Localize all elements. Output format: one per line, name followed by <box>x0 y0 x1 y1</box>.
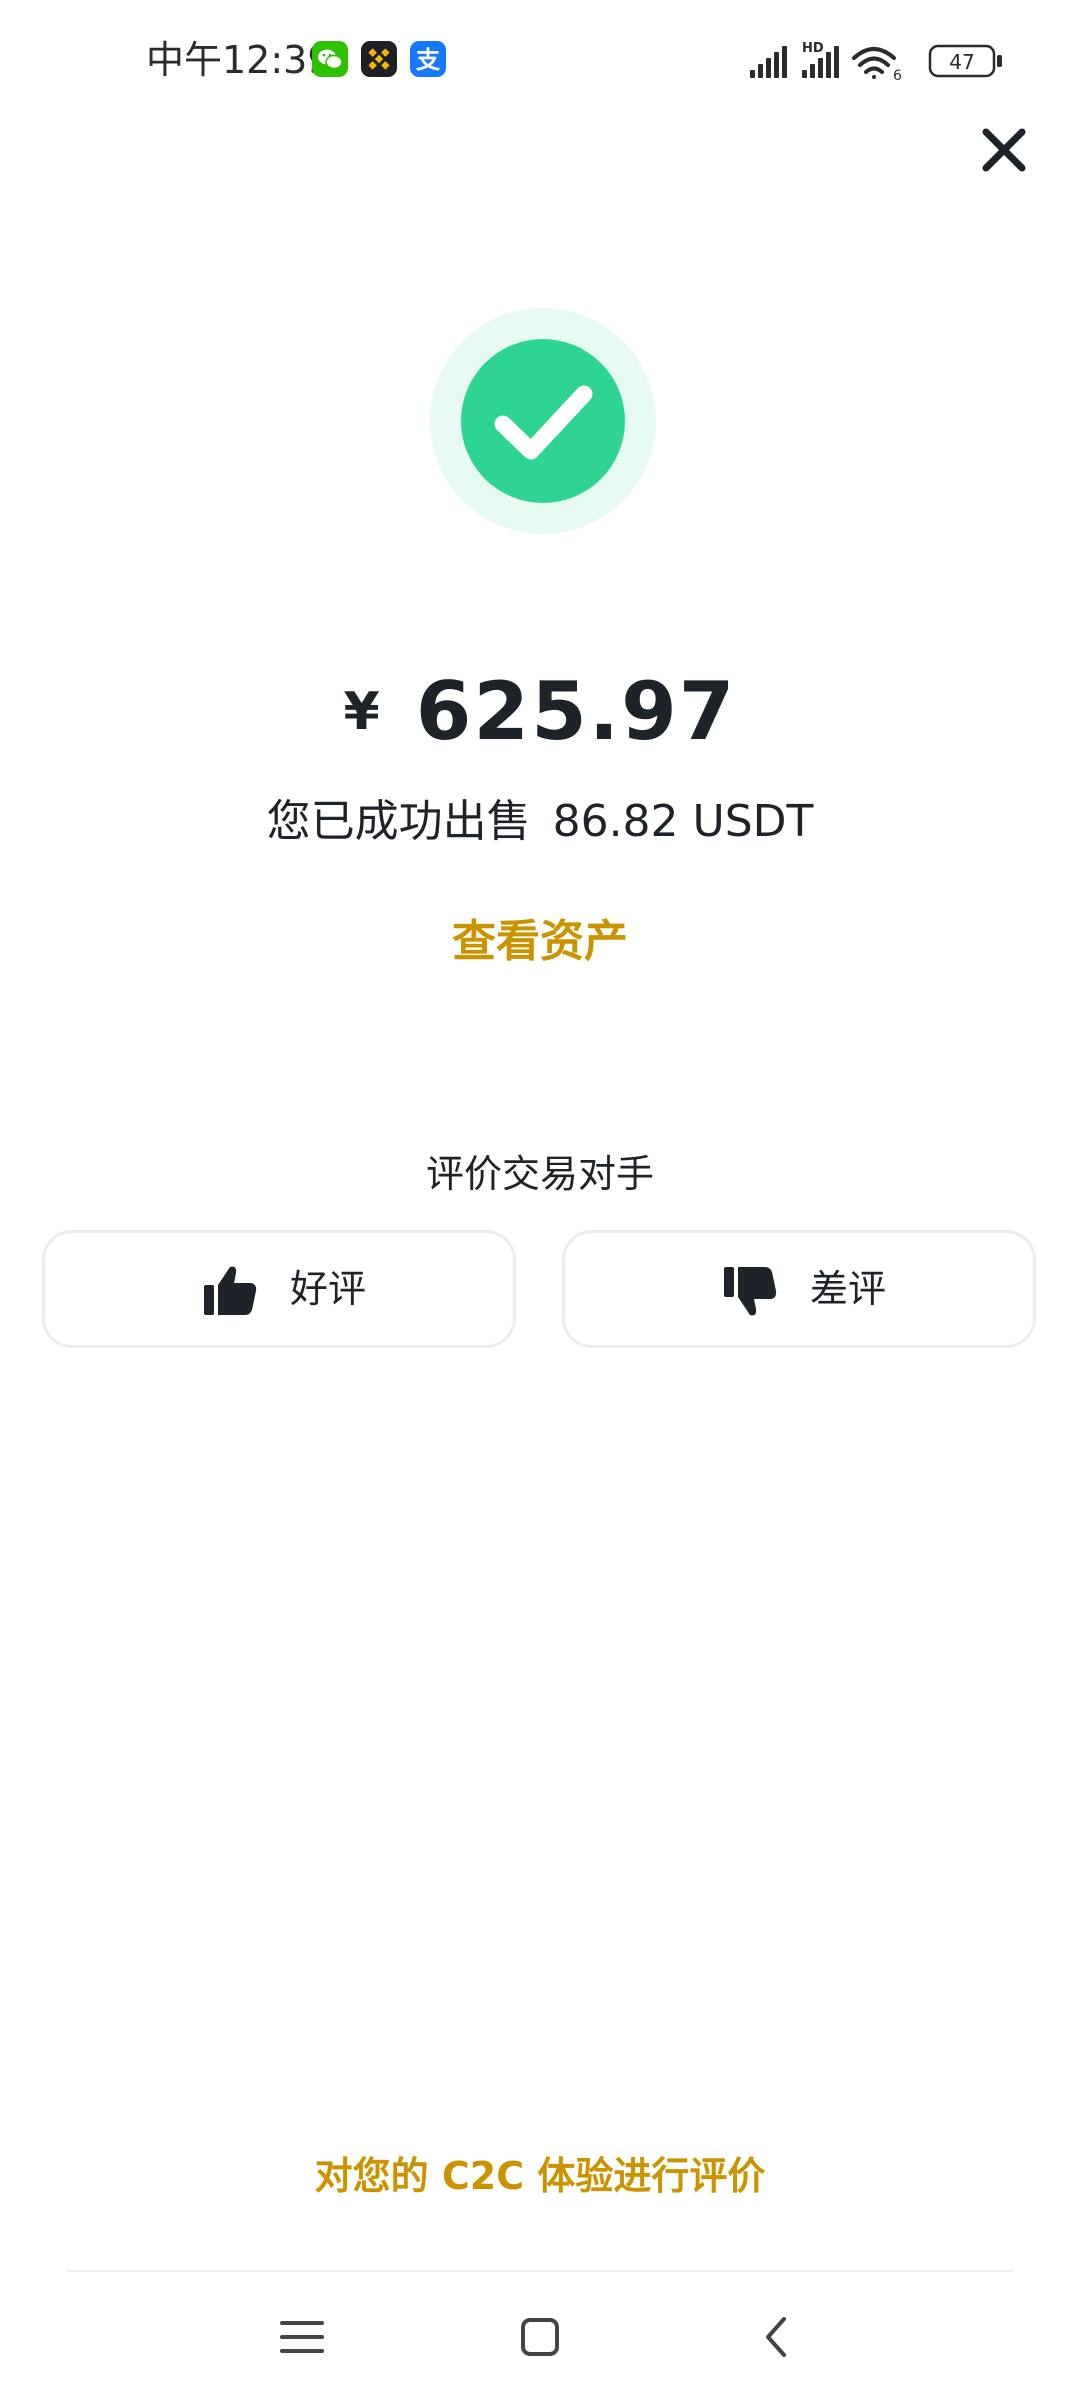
binance-icon <box>361 41 397 77</box>
status-bar: 中午12:39 支 HD 6 47 <box>0 0 1080 120</box>
c2c-feedback-link[interactable]: 对您的 C2C 体验进行评价 <box>0 2145 1080 2200</box>
svg-text:HD: HD <box>802 41 824 56</box>
battery-icon: 47 <box>928 44 1002 78</box>
good-review-button[interactable]: 好评 <box>42 1230 516 1348</box>
thumbs-up-icon <box>204 1266 257 1315</box>
success-badge <box>430 308 656 534</box>
home-square-icon <box>521 2318 559 2356</box>
bad-review-button[interactable]: 差评 <box>562 1230 1036 1348</box>
svg-text:支: 支 <box>416 46 441 74</box>
status-time: 中午12:39 <box>146 38 332 82</box>
check-circle-icon <box>430 308 656 534</box>
wechat-icon <box>312 41 348 77</box>
nav-menu-button[interactable] <box>272 2307 332 2367</box>
amount-value: 625.97 <box>415 665 737 758</box>
signal-icon <box>750 46 787 78</box>
payment-success-screen: 中午12:39 支 HD 6 47 ¥ 625.97 您已成功出售 86.82 … <box>0 0 1080 2400</box>
thumbs-down-icon <box>724 1267 777 1316</box>
wifi-icon: 6 <box>852 47 902 82</box>
alipay-icon: 支 <box>410 41 446 77</box>
back-chevron-icon <box>766 2317 786 2357</box>
sold-text: 您已成功出售 <box>266 796 531 847</box>
currency-symbol: ¥ <box>343 681 380 742</box>
svg-text:6: 6 <box>893 68 902 82</box>
good-review-label: 好评 <box>290 1267 367 1311</box>
nav-back-button[interactable] <box>748 2307 808 2367</box>
status-indicators: HD 6 47 <box>750 41 1002 82</box>
nav-divider <box>66 2270 1014 2272</box>
view-assets-link[interactable]: 查看资产 <box>0 905 1080 969</box>
menu-icon <box>280 2321 324 2353</box>
rate-counterparty-title: 评价交易对手 <box>425 1152 654 1196</box>
bad-review-label: 差评 <box>810 1267 887 1311</box>
signal-hd-icon: HD <box>802 41 839 78</box>
nav-home-button[interactable] <box>510 2307 570 2367</box>
sold-amount: 86.82 USDT <box>552 796 814 847</box>
svg-text:47: 47 <box>949 50 974 74</box>
close-icon <box>982 128 1026 172</box>
fiat-amount: ¥625.97 <box>0 665 1080 758</box>
close-button[interactable] <box>976 122 1032 178</box>
system-nav-bar <box>0 2285 1080 2400</box>
sold-summary: 您已成功出售 86.82 USDT <box>0 785 1080 849</box>
